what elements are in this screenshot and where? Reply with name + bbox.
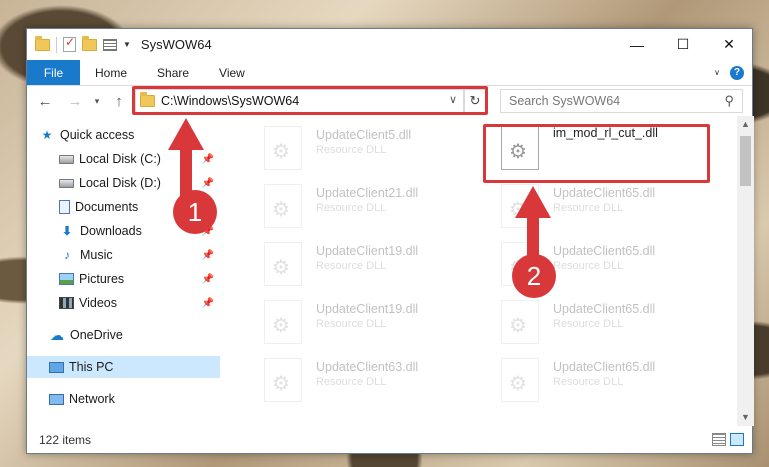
file-item[interactable]: UpdateClient65.dllResource DLL [487,182,707,230]
back-arrow-icon[interactable]: ← [35,93,55,110]
dll-file-icon [264,184,302,228]
pin-icon: 📌 [201,249,214,261]
dll-file-icon [501,358,539,402]
file-item[interactable]: UpdateClient65.dllResource DLL [487,298,707,346]
drive-icon [59,178,74,188]
scroll-down-icon[interactable]: ▼ [737,409,754,426]
navigation-pane: ★ Quick access Local Disk (C:) 📌 Local D… [27,116,220,426]
star-icon: ★ [41,128,53,142]
expand-ribbon-icon[interactable]: ∨ [714,68,720,77]
window-controls: — ☐ ✕ [614,29,752,60]
search-placeholder: Search SysWOW64 [509,94,621,108]
pin-icon: 📌 [201,297,214,309]
up-arrow-icon[interactable]: ↑ [109,93,129,110]
details-view-icon[interactable] [712,433,726,446]
dll-file-icon [501,300,539,344]
nav-item-onedrive[interactable]: ☁ OneDrive [27,324,220,346]
tab-file[interactable]: File [27,60,80,85]
scroll-up-icon[interactable]: ▲ [737,116,754,133]
chevron-down-icon[interactable]: ▼ [123,40,131,49]
nav-item-pictures[interactable]: Pictures 📌 [27,268,220,290]
window-title: SysWOW64 [140,37,212,52]
item-count: 122 items [39,433,92,447]
title-bar: ▼ SysWOW64 — ☐ ✕ [27,29,752,60]
file-item[interactable]: UpdateClient65.dllResource DLL [487,356,707,404]
dll-file-icon [264,242,302,286]
status-bar: 122 items [27,427,752,453]
cloud-icon: ☁ [50,326,64,343]
file-item[interactable]: UpdateClient21.dllResource DLL [250,182,470,230]
dll-file-icon [264,300,302,344]
large-icons-view-icon[interactable] [730,433,744,446]
pin-icon: 📌 [201,153,214,165]
dll-file-icon [501,184,539,228]
search-icon: ⚲ [724,93,734,108]
annotation-badge-1: 1 [173,190,217,234]
folder-icon [35,35,50,51]
pin-icon: 📌 [201,177,214,189]
annotation-box-address [132,86,488,115]
download-icon: ⬇ [61,224,73,238]
music-icon: ♪ [64,248,70,262]
file-item[interactable]: UpdateClient19.dllResource DLL [250,240,470,288]
nav-item-this-pc[interactable]: This PC [27,356,220,378]
drive-icon [59,154,74,164]
annotation-badge-2: 2 [512,254,556,298]
search-input[interactable]: Search SysWOW64 ⚲ [500,89,743,113]
close-button[interactable]: ✕ [706,29,752,60]
network-icon [49,393,64,405]
computer-icon [49,361,64,373]
properties-icon[interactable] [63,35,76,52]
annotation-box-file [483,124,710,183]
scroll-thumb[interactable] [740,136,751,186]
nav-item-videos[interactable]: Videos 📌 [27,292,220,314]
pictures-icon [59,273,74,285]
minimize-button[interactable]: — [614,29,660,60]
tab-home[interactable]: Home [80,60,142,85]
file-item[interactable]: UpdateClient19.dllResource DLL [250,298,470,346]
documents-icon [59,200,70,214]
nav-item-network[interactable]: Network [27,388,220,410]
file-item[interactable]: UpdateClient5.dllResource DLL [250,124,470,172]
file-item[interactable]: UpdateClient63.dllResource DLL [250,356,470,404]
customize-view-icon[interactable] [103,38,117,51]
help-icon[interactable]: ? [730,65,744,80]
dll-file-icon [264,126,302,170]
ribbon-tabs: File Home Share View ∨ ? [27,60,752,86]
new-folder-icon[interactable] [82,35,97,51]
nav-item-music[interactable]: ♪ Music 📌 [27,244,220,266]
pin-icon: 📌 [201,273,214,285]
recent-locations-chevron-icon[interactable]: ▾ [87,96,107,107]
vertical-scrollbar[interactable]: ▲ ▼ [737,116,754,426]
nav-item-local-disk-c[interactable]: Local Disk (C:) 📌 [27,148,220,170]
nav-item-quick-access[interactable]: ★ Quick access [27,124,220,146]
dll-file-icon [264,358,302,402]
tab-view[interactable]: View [204,60,260,85]
videos-icon [59,297,74,309]
tab-share[interactable]: Share [142,60,204,85]
forward-arrow-icon[interactable]: → [65,93,85,110]
quick-access-toolbar: ▼ [35,35,131,53]
maximize-button[interactable]: ☐ [660,29,706,60]
